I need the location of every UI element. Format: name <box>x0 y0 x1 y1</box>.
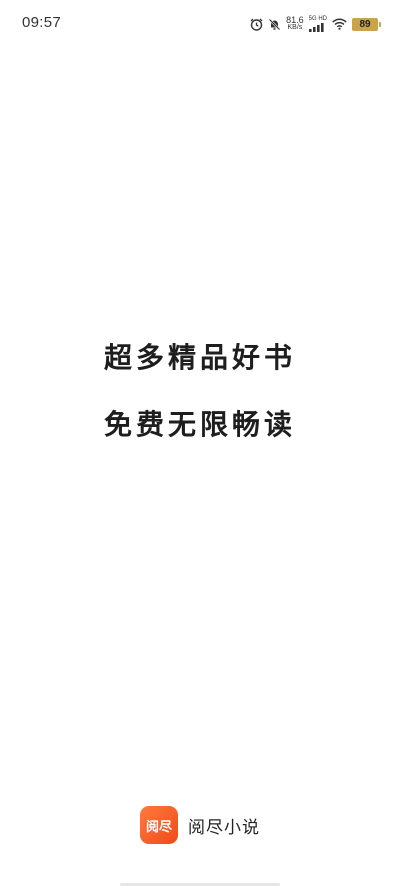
alarm-icon <box>250 18 263 31</box>
signal-icon <box>308 23 325 32</box>
cellular-signal: 5G HD <box>308 16 327 32</box>
battery-level: 89 <box>359 18 371 30</box>
slogan-line-1: 超多精品好书 <box>103 341 296 374</box>
network-speed-unit: KB/s <box>287 24 303 31</box>
slogan-line-2: 免费无限畅读 <box>103 408 296 441</box>
status-time: 09:57 <box>22 14 62 31</box>
wifi-icon <box>332 18 347 30</box>
network-type-label: 5G HD <box>308 16 327 22</box>
battery-icon: 89 <box>352 17 381 31</box>
status-icons: 81.6 KB/s 5G HD 89 <box>250 14 381 34</box>
app-logo: 阅尽 <box>140 806 178 844</box>
network-speed: 81.6 KB/s <box>286 16 304 32</box>
app-name: 阅尽小说 <box>188 817 260 838</box>
network-speed-value: 81.6 <box>286 15 304 25</box>
home-indicator[interactable] <box>120 883 280 886</box>
brand-footer: 阅尽 阅尽小说 <box>0 806 400 844</box>
mute-bell-icon <box>268 18 281 31</box>
app-logo-text: 阅尽 <box>145 819 172 835</box>
status-bar: 09:57 81.6 KB/s 5G HD 89 <box>0 0 400 48</box>
